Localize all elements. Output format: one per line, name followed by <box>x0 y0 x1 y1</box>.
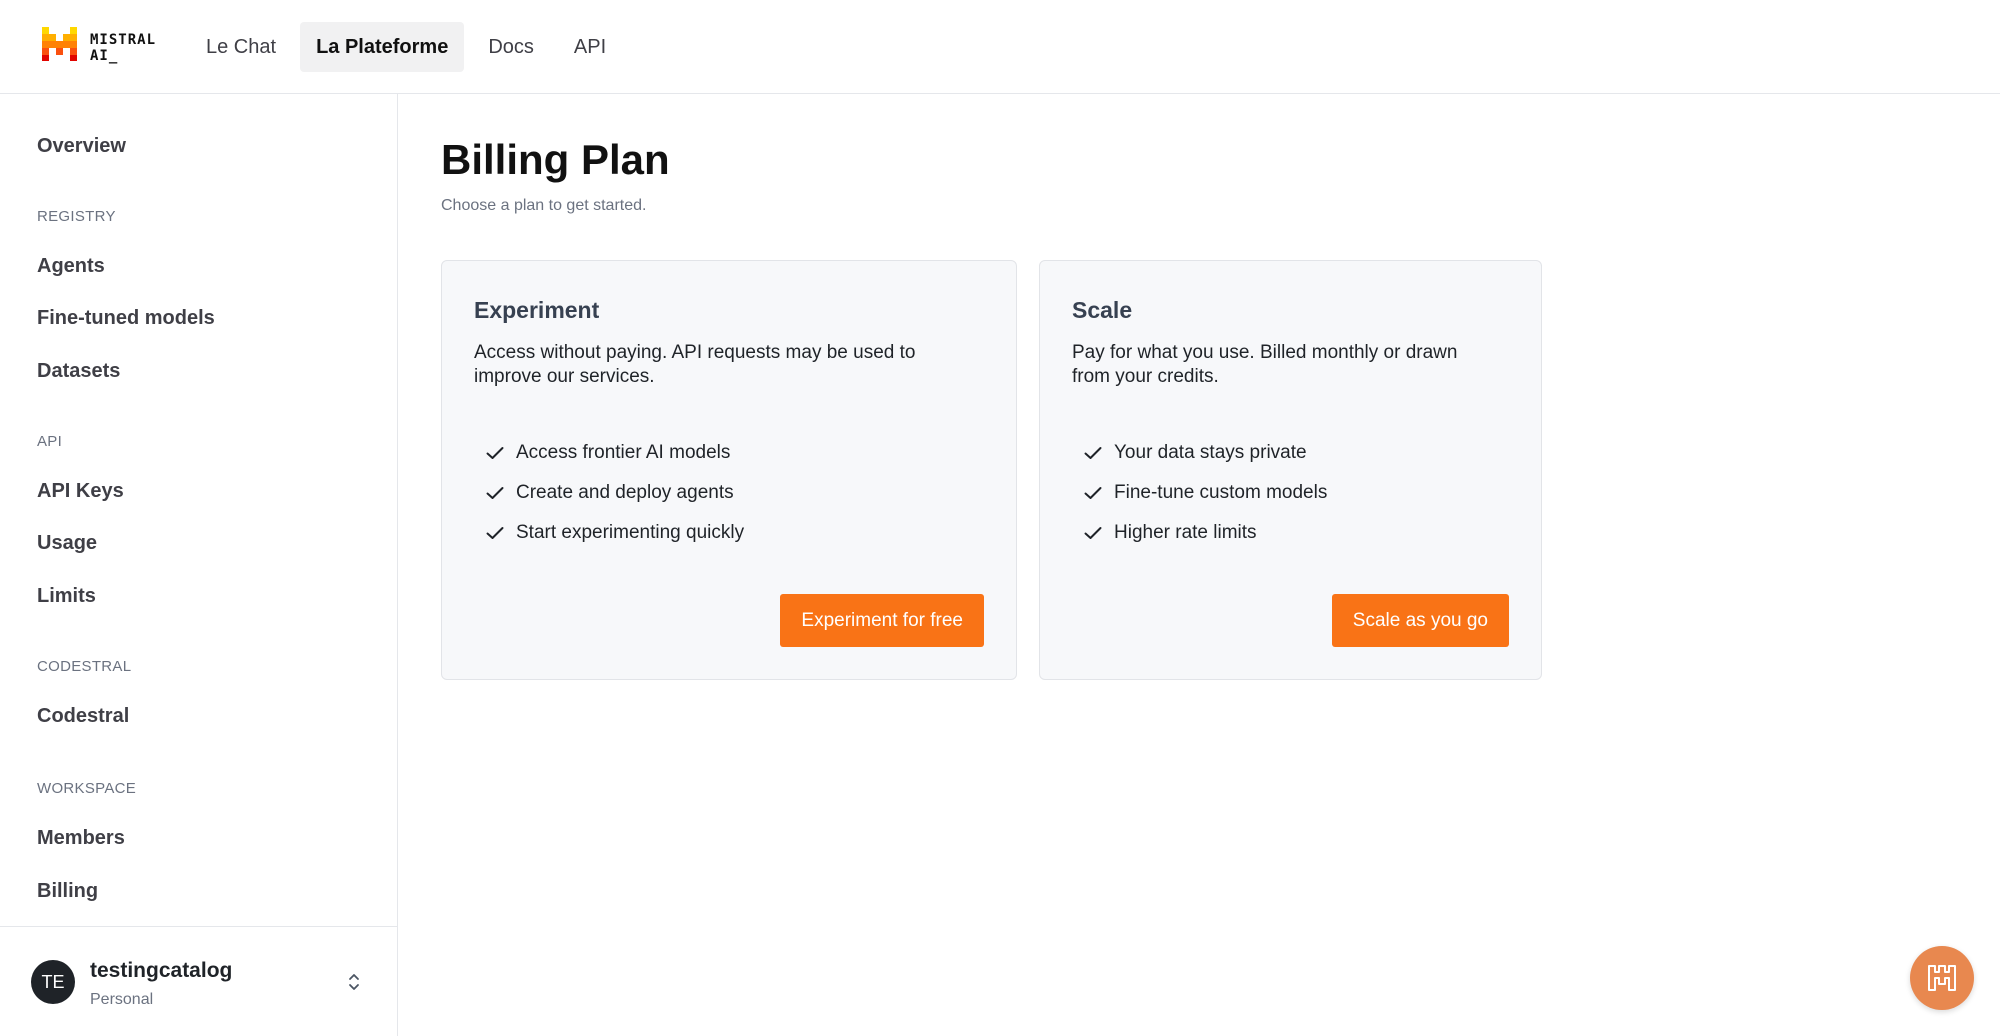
nav-le-chat[interactable]: Le Chat <box>190 22 292 72</box>
page-title: Billing Plan <box>441 136 670 183</box>
brand-name-line1: MISTRAL <box>90 32 157 48</box>
plan-feature: Your data stays private <box>1084 433 1327 473</box>
plan-feature-label: Start experimenting quickly <box>516 522 745 543</box>
check-icon <box>1084 527 1102 539</box>
nav-la-plateforme[interactable]: La Plateforme <box>300 22 465 72</box>
plan-feature: Higher rate limits <box>1084 513 1327 553</box>
plan-features: Your data stays private Fine-tune custom… <box>1084 433 1327 553</box>
plan-feature: Access frontier AI models <box>486 433 744 473</box>
help-chat-button[interactable] <box>1910 946 1974 1010</box>
check-icon <box>1084 447 1102 459</box>
page-subtitle: Choose a plan to get started. <box>441 197 647 214</box>
plan-feature: Create and deploy agents <box>486 473 744 513</box>
sidebar-section-codestral: CODESTRAL <box>37 658 132 675</box>
mistral-logo[interactable]: MISTRAL AI_ <box>42 27 162 67</box>
sidebar-item-members[interactable]: Members <box>37 826 125 850</box>
account-name: testingcatalog <box>90 959 233 982</box>
sidebar-item-billing[interactable]: Billing <box>37 879 98 903</box>
sidebar-item-datasets[interactable]: Datasets <box>37 359 120 383</box>
plan-name: Experiment <box>474 297 600 323</box>
chevron-up-down-icon[interactable] <box>345 971 363 993</box>
sidebar-section-workspace: WORKSPACE <box>37 780 137 797</box>
sidebar-section-registry: REGISTRY <box>37 208 116 225</box>
avatar: TE <box>31 960 75 1004</box>
plan-feature-label: Fine-tune custom models <box>1114 482 1328 503</box>
check-icon <box>1084 487 1102 499</box>
plan-features: Access frontier AI models Create and dep… <box>486 433 744 553</box>
nav-docs[interactable]: Docs <box>472 22 550 72</box>
plan-feature-label: Access frontier AI models <box>516 442 731 463</box>
nav-api[interactable]: API <box>558 22 622 72</box>
plan-card-scale: Scale Pay for what you use. Billed month… <box>1039 260 1542 680</box>
plan-description: Access without paying. API requests may … <box>474 342 916 387</box>
plan-card-experiment: Experiment Access without paying. API re… <box>441 260 1017 680</box>
sidebar-item-limits[interactable]: Limits <box>37 584 96 608</box>
sidebar-item-overview[interactable]: Overview <box>37 134 126 158</box>
plan-description: Pay for what you use. Billed monthly or … <box>1072 342 1458 387</box>
mistral-logo-icon <box>42 27 77 61</box>
check-icon <box>486 487 504 499</box>
check-icon <box>486 447 504 459</box>
account-switcher[interactable]: TE testingcatalog Personal <box>0 926 397 1036</box>
sidebar-item-agents[interactable]: Agents <box>37 254 105 278</box>
plan-feature: Fine-tune custom models <box>1084 473 1327 513</box>
top-nav: Le Chat La Plateforme Docs API <box>190 22 622 72</box>
brand-name-line2: AI_ <box>90 48 119 64</box>
account-type: Personal <box>90 991 154 1008</box>
sidebar-item-usage[interactable]: Usage <box>37 531 97 555</box>
sidebar-item-codestral[interactable]: Codestral <box>37 704 129 728</box>
sidebar-section-api: API <box>37 433 63 450</box>
plan-feature-label: Higher rate limits <box>1114 522 1257 543</box>
plan-feature-label: Create and deploy agents <box>516 482 734 503</box>
sidebar: Overview REGISTRY Agents Fine-tuned mode… <box>0 94 398 1036</box>
experiment-for-free-button[interactable]: Experiment for free <box>780 594 984 647</box>
sidebar-item-api-keys[interactable]: API Keys <box>37 479 124 503</box>
plan-feature: Start experimenting quickly <box>486 513 744 553</box>
plan-name: Scale <box>1072 297 1133 323</box>
check-icon <box>486 527 504 539</box>
sidebar-item-fine-tuned-models[interactable]: Fine-tuned models <box>37 306 215 330</box>
brand-name: MISTRAL AI_ <box>90 32 156 64</box>
plan-feature-label: Your data stays private <box>1114 442 1307 463</box>
mistral-chat-icon <box>1928 965 1956 991</box>
top-bar: MISTRAL AI_ Le Chat La Plateforme Docs A… <box>0 0 2000 94</box>
scale-as-you-go-button[interactable]: Scale as you go <box>1331 594 1509 647</box>
